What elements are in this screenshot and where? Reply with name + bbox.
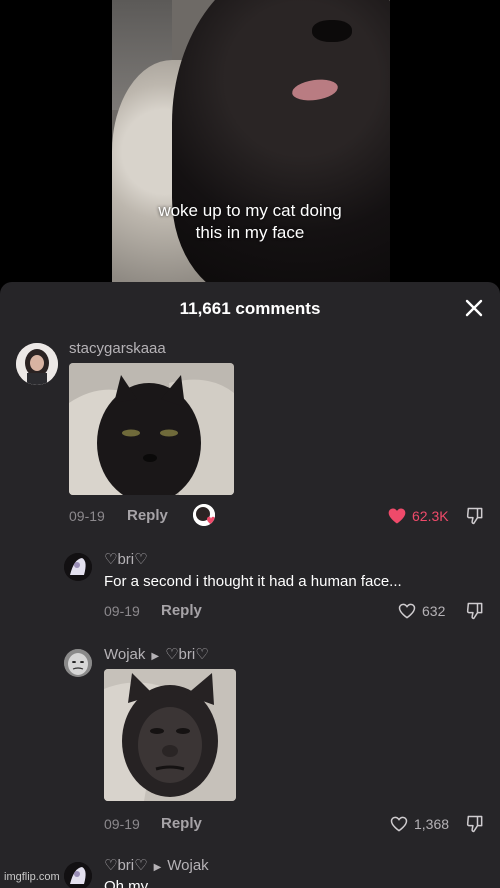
comments-count-title: 11,661 comments — [179, 299, 321, 318]
close-icon[interactable] — [462, 296, 486, 320]
comment-date: 09-19 — [69, 508, 105, 524]
heart-filled-icon — [388, 508, 406, 524]
comment-username[interactable]: stacygarskaaa — [69, 340, 166, 357]
comment-image[interactable] — [104, 669, 236, 801]
reply-to-username[interactable]: Wojak — [167, 857, 208, 874]
dislike-icon[interactable] — [465, 601, 485, 621]
like-button[interactable]: 632 — [397, 601, 445, 621]
reply-to-username[interactable]: ♡bri♡ — [165, 646, 209, 663]
avatar[interactable] — [64, 649, 92, 677]
dislike-icon[interactable] — [465, 506, 485, 526]
like-button[interactable]: 1,368 — [389, 814, 449, 834]
avatar-user-icon — [64, 649, 92, 677]
comment-username-thread: Wojak ▶ ♡bri♡ — [104, 645, 209, 663]
caption-line-1: woke up to my cat doing — [158, 201, 342, 220]
video-caption: woke up to my cat doing this in my face — [0, 200, 500, 244]
reply-arrow-icon: ▶ — [153, 862, 162, 873]
creator-heart-avatar-icon — [193, 504, 215, 526]
comment-username[interactable]: ♡bri♡ — [104, 550, 148, 568]
avatar[interactable] — [64, 862, 92, 888]
creator-liked-avatar — [193, 504, 215, 526]
watermark: imgflip.com — [4, 871, 60, 883]
like-count: 62.3K — [412, 508, 449, 524]
comment-username[interactable]: Wojak — [104, 646, 145, 663]
cat-nose — [312, 20, 352, 42]
reply-button[interactable]: Reply — [161, 815, 202, 832]
comments-header: 11,661 comments — [0, 282, 500, 334]
reply-arrow-icon: ▶ — [151, 651, 160, 662]
heart-outline-icon — [398, 603, 416, 619]
comment-image[interactable] — [69, 363, 234, 495]
comment-text: For a second i thought it had a human fa… — [104, 573, 402, 590]
comment-date: 09-19 — [104, 603, 140, 619]
like-count: 1,368 — [414, 816, 450, 832]
comment-date: 09-19 — [104, 816, 140, 832]
cat-human-face-photo-icon — [104, 669, 236, 801]
comment-text: Oh my — [104, 878, 149, 888]
avatar[interactable] — [16, 343, 58, 385]
reply-button[interactable]: Reply — [127, 507, 168, 524]
avatar-user-icon — [64, 862, 92, 888]
caption-line-2: this in my face — [195, 223, 305, 242]
comment-username[interactable]: ♡bri♡ — [104, 857, 148, 874]
comments-sheet: 11,661 comments stacygarskaaa 09-19 Repl… — [0, 282, 500, 888]
dislike-icon[interactable] — [465, 814, 485, 834]
like-button[interactable]: 62.3K — [387, 506, 449, 526]
heart-outline-icon — [390, 816, 408, 832]
cat-tongue — [290, 76, 340, 104]
like-count: 632 — [422, 603, 446, 619]
reply-button[interactable]: Reply — [161, 602, 202, 619]
cat-photo-icon — [69, 363, 234, 495]
comment-username-thread: ♡bri♡ ▶ Wojak — [104, 856, 209, 874]
avatar-user-icon — [16, 343, 58, 385]
avatar-user-icon — [64, 553, 92, 581]
avatar[interactable] — [64, 553, 92, 581]
video-player[interactable]: woke up to my cat doing this in my face — [0, 0, 500, 282]
